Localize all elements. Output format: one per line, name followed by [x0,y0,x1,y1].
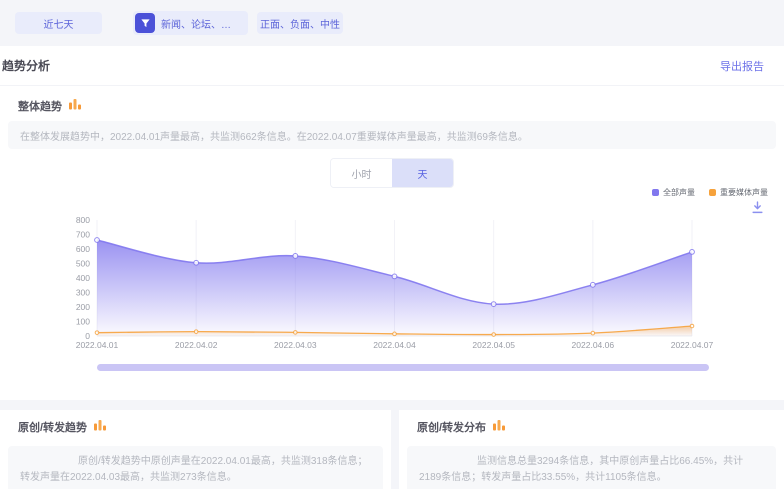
legend-label-media-volume: 重要媒体声量 [720,187,768,198]
source-filter-chip[interactable]: 新闻、论坛、微信... [133,11,248,35]
originality-trend-summary-text: 原创/转发趋势中原创声量在2022.04.01最高，共监测318条信息；转发声量… [20,456,368,483]
sentiment-filter-chip-label: 正面、负面、中性 [260,16,340,31]
overall-trend-header: 整体趋势 [18,97,82,115]
legend-swatch-purple [652,189,659,196]
originality-trend-card-header: 原创/转发趋势 [18,418,107,436]
date-range-chip[interactable]: 近七天 [15,12,102,34]
originality-distribution-card: 原创/转发分布 监测信息总量3294条信息，其中原创声量占比66.45%，共计2… [399,410,784,489]
toggle-day-button[interactable]: 天 [392,159,453,187]
overall-trend-summary: 在整体发展趋势中，2022.04.01声量最高，共监测662条信息。在2022.… [8,121,776,149]
svg-text:100: 100 [76,317,90,327]
svg-text:2022.04.01: 2022.04.01 [76,340,119,350]
originality-trend-card: 原创/转发趋势 原创/转发趋势中原创声量在2022.04.01最高，共监测318… [0,410,391,489]
sentiment-analysis-dashboard: 近七天 新闻、论坛、微信... 正面、负面、中性 趋势分析 导出报告 整体趋势 [0,0,784,489]
chart-legend: 全部声量 重要媒体声量 [652,187,768,198]
svg-text:2022.04.05: 2022.04.05 [472,340,515,350]
source-filter-chip-label: 新闻、论坛、微信... [161,16,240,31]
trend-area-chart[interactable]: 80070060050040030020010002022.04.012022.… [0,205,784,355]
svg-text:2022.04.04: 2022.04.04 [373,340,416,350]
media-filter-icon [135,13,155,33]
svg-text:2022.04.07: 2022.04.07 [671,340,714,350]
analysis-panel: 趋势分析 导出报告 整体趋势 在整体发展趋势中，2022.04.01声量最高，共… [0,46,784,400]
toggle-hour-button[interactable]: 小时 [331,159,392,187]
originality-distribution-summary-text: 监测信息总量3294条信息，其中原创声量占比66.45%，共计2189条信息；转… [419,456,743,483]
originality-trend-card-title: 原创/转发趋势 [18,419,87,435]
legend-item-media-volume[interactable]: 重要媒体声量 [709,187,768,198]
svg-text:200: 200 [76,302,90,312]
originality-distribution-card-title: 原创/转发分布 [417,419,486,435]
originality-distribution-card-header: 原创/转发分布 [417,418,506,436]
bar-chart-icon [68,97,82,115]
filter-bar: 近七天 新闻、论坛、微信... 正面、负面、中性 [0,0,784,45]
svg-text:2022.04.02: 2022.04.02 [175,340,218,350]
svg-text:700: 700 [76,230,90,240]
svg-text:2022.04.06: 2022.04.06 [572,340,615,350]
bar-chart-icon [93,418,107,436]
svg-text:600: 600 [76,244,90,254]
trend-chart-wrap: 80070060050040030020010002022.04.012022.… [0,205,784,355]
originality-trend-summary: 原创/转发趋势中原创声量在2022.04.01最高，共监测318条信息；转发声量… [8,446,383,489]
svg-text:400: 400 [76,273,90,283]
originality-distribution-summary: 监测信息总量3294条信息，其中原创声量占比66.45%，共计2189条信息；转… [407,446,776,489]
legend-swatch-orange [709,189,716,196]
export-report-button[interactable]: 导出报告 [720,58,764,74]
svg-text:300: 300 [76,288,90,298]
overall-trend-title: 整体趋势 [18,98,62,114]
legend-label-total-volume: 全部声量 [663,187,695,198]
granularity-toggle: 小时 天 [330,158,454,188]
date-range-chip-label: 近七天 [44,16,74,31]
legend-item-total-volume[interactable]: 全部声量 [652,187,695,198]
chart-datazoom-scrollbar[interactable] [97,364,709,371]
overall-trend-summary-text: 在整体发展趋势中，2022.04.01声量最高，共监测662条信息。在2022.… [20,128,528,143]
panel-header: 趋势分析 导出报告 [0,46,784,86]
sentiment-filter-chip[interactable]: 正面、负面、中性 [257,12,343,34]
bottom-cards: 原创/转发趋势 原创/转发趋势中原创声量在2022.04.01最高，共监测318… [0,410,784,489]
svg-text:800: 800 [76,215,90,225]
svg-text:500: 500 [76,259,90,269]
svg-text:2022.04.03: 2022.04.03 [274,340,317,350]
bar-chart-icon [492,418,506,436]
panel-title: 趋势分析 [2,57,50,74]
